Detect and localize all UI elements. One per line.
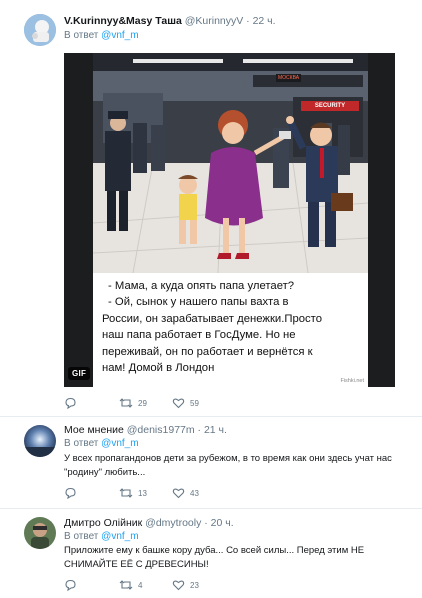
tweet-text: У всех пропагандонов дети за рубежом, в … [64, 453, 392, 478]
reply-context: В ответ @vnf_m [64, 531, 139, 542]
retweet-count: 4 [138, 580, 143, 590]
reply-context: В ответ @vnf_m [64, 438, 139, 449]
cartoon-illustration: МОСКВА SECURITY [93, 53, 368, 273]
caption-line: России, он зарабатывает денежки.Просто [102, 312, 323, 325]
caption-line: нам! Домой в Лондон [102, 362, 215, 375]
author-handle[interactable]: @KurinnyyV [185, 15, 244, 27]
cartoon-caption: - Мама, а куда опять папа улетает? - Ой,… [93, 273, 368, 387]
author-name[interactable]: Мое мнение [64, 424, 124, 436]
reply-to-link[interactable]: @vnf_m [101, 30, 138, 41]
reply-icon [65, 487, 76, 499]
avatar-image [24, 517, 56, 549]
tweet[interactable]: Мое мнение @denis1977m · 21 ч. В ответ @… [0, 417, 422, 509]
retweet-icon [119, 580, 133, 590]
gif-media[interactable]: МОСКВА SECURITY - Мама, а куда опять пап… [64, 53, 395, 387]
reply-button[interactable] [64, 486, 82, 500]
like-button[interactable]: 23 [172, 578, 199, 592]
reply-context: В ответ @vnf_m [64, 30, 139, 41]
retweet-button[interactable]: 4 [119, 578, 142, 592]
reply-button[interactable] [64, 578, 82, 592]
security-sign: SECURITY [301, 101, 359, 111]
retweet-button[interactable]: 29 [119, 396, 147, 410]
reply-to-link[interactable]: @vnf_m [101, 438, 138, 449]
avatar[interactable] [24, 425, 56, 457]
reply-prefix: В ответ [64, 30, 99, 41]
timestamp[interactable]: · 20 ч. [204, 517, 233, 529]
author-name[interactable]: V.Kurinnyy&Masy Таша [64, 15, 182, 27]
caption-line: - Ой, сынок у нашего папы вахта в [108, 296, 289, 309]
tweet-text: Приложите ему к башке кору дуба... Со вс… [64, 545, 365, 570]
tweet[interactable]: Дмитро Олійник @dmytrooly · 20 ч. В отве… [0, 509, 422, 598]
author-name[interactable]: Дмитро Олійник [64, 517, 142, 529]
reply-prefix: В ответ [64, 438, 99, 449]
tweet[interactable]: V.Kurinnyy&Masy Таша @KurinnyyV · 22 ч. … [0, 0, 422, 417]
avatar[interactable] [24, 14, 56, 46]
tweet-header: Мое мнение @denis1977m · 21 ч. [64, 424, 227, 436]
retweet-button[interactable]: 13 [119, 486, 147, 500]
like-count: 59 [190, 398, 199, 408]
caption-line: - Мама, а куда опять папа улетает? [108, 280, 295, 292]
watermark: Fishki.net [340, 378, 364, 384]
retweet-icon [119, 488, 133, 498]
author-handle[interactable]: @denis1977m [127, 424, 195, 436]
reply-prefix: В ответ [64, 531, 99, 542]
like-icon [172, 580, 185, 591]
like-icon [172, 398, 185, 409]
timestamp[interactable]: · 22 ч. [246, 15, 275, 27]
caption-line: наш папа работает в ГосДуме. Но не [102, 329, 296, 342]
timestamp[interactable]: · 21 ч. [198, 424, 227, 436]
retweet-count: 29 [138, 398, 147, 408]
caption-line: переживай, он по работает и вернётся к [102, 345, 313, 358]
retweet-count: 13 [138, 488, 147, 498]
like-button[interactable]: 43 [172, 486, 199, 500]
avatar[interactable] [24, 517, 56, 549]
reply-to-link[interactable]: @vnf_m [101, 531, 138, 542]
reply-icon [65, 397, 76, 409]
reply-button[interactable] [64, 396, 82, 410]
tweet-header: Дмитро Олійник @dmytrooly · 20 ч. [64, 517, 234, 529]
avatar-image [24, 425, 56, 457]
author-handle[interactable]: @dmytrooly [145, 517, 201, 529]
moscow-sign: МОСКВА [276, 74, 302, 82]
like-count: 23 [190, 580, 199, 590]
avatar-image [24, 14, 56, 46]
reply-icon [65, 579, 76, 591]
like-count: 43 [190, 488, 199, 498]
like-button[interactable]: 59 [172, 396, 199, 410]
like-icon [172, 488, 185, 499]
gif-badge: GIF [68, 367, 91, 380]
retweet-icon [119, 398, 133, 408]
tweet-header: V.Kurinnyy&Masy Таша @KurinnyyV · 22 ч. [64, 15, 276, 27]
